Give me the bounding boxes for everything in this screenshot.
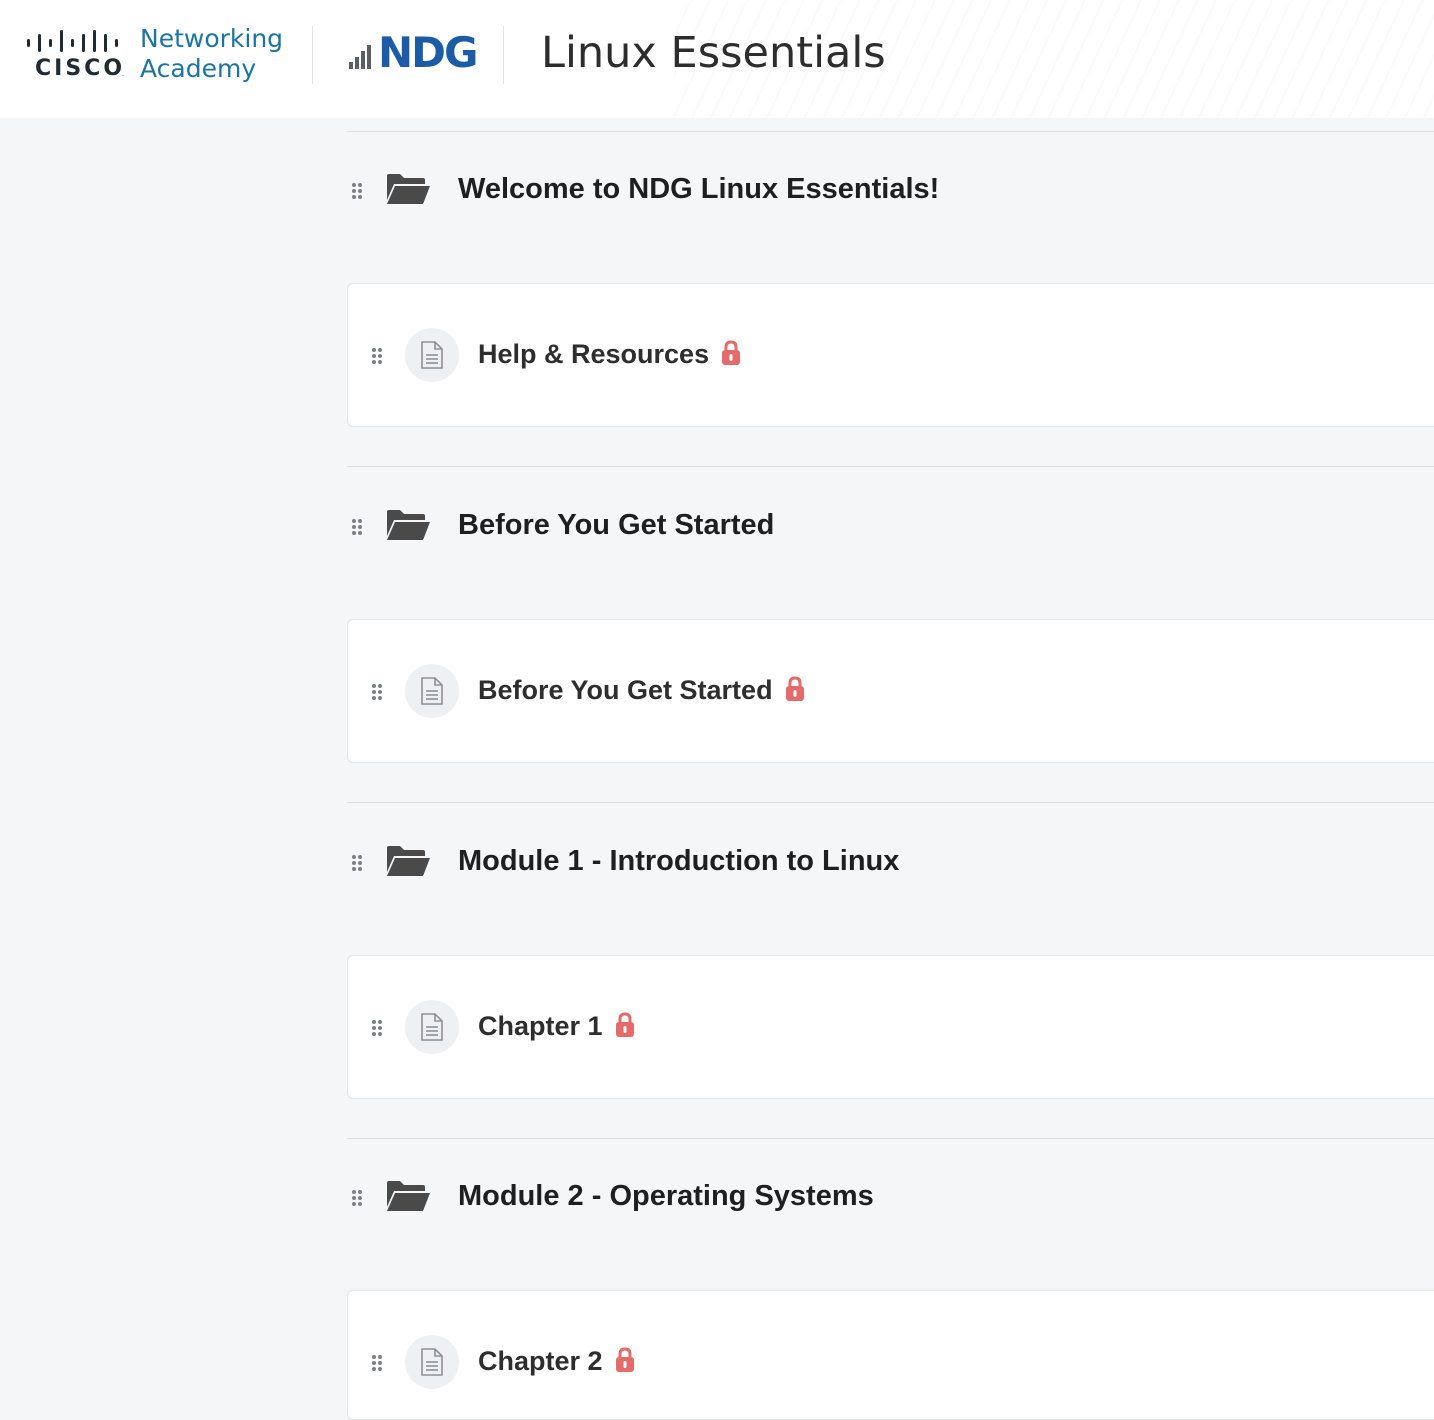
item-title-row: Help & Resources: [478, 339, 741, 370]
folder-open-icon: [387, 510, 430, 540]
section-title: Module 2 - Operating Systems: [458, 1180, 874, 1212]
drag-handle-icon[interactable]: [371, 1354, 383, 1372]
section-divider: [347, 802, 1434, 803]
folder-open-icon: [387, 174, 430, 204]
section-divider: [347, 1138, 1434, 1139]
item-title[interactable]: Help & Resources: [478, 339, 709, 369]
drag-handle-icon[interactable]: [351, 854, 363, 872]
document-icon: [405, 1000, 459, 1054]
folder-open-icon: [387, 846, 430, 876]
content-item-card[interactable]: Before You Get Started: [347, 619, 1434, 763]
top-header: CISCO . Networking Academy NDG Linux Ess…: [0, 0, 1434, 118]
header-divider: [312, 26, 313, 84]
section-header[interactable]: Welcome to NDG Linux Essentials!: [347, 160, 1434, 220]
drag-handle-icon[interactable]: [371, 347, 383, 365]
drag-handle-icon[interactable]: [371, 683, 383, 701]
lock-icon: [722, 340, 741, 365]
drag-handle-icon[interactable]: [371, 1019, 383, 1037]
lock-icon: [615, 1012, 634, 1037]
networking-text: Networking: [140, 24, 284, 53]
section-title: Before You Get Started: [458, 509, 775, 541]
section-divider: [347, 131, 1434, 132]
section-header[interactable]: Module 2 - Operating Systems: [347, 1167, 1434, 1227]
drag-handle-icon[interactable]: [351, 518, 363, 536]
cisco-wordmark: CISCO: [35, 56, 126, 81]
content-item-card[interactable]: Chapter 1: [347, 955, 1434, 1099]
ndg-bars-icon: [349, 45, 371, 69]
section-header[interactable]: Before You Get Started: [347, 496, 1434, 556]
content-item-card[interactable]: Help & Resources: [347, 283, 1434, 427]
header-divider: [503, 26, 504, 84]
item-title[interactable]: Before You Get Started: [478, 675, 773, 705]
page-title: Linux Essentials: [541, 28, 886, 78]
cisco-networking-academy-logo[interactable]: CISCO . Networking Academy: [26, 24, 286, 88]
item-title[interactable]: Chapter 2: [478, 1346, 603, 1376]
document-icon: [405, 664, 459, 718]
academy-text: Academy: [140, 54, 257, 83]
cisco-tm-mark: .: [122, 71, 124, 78]
item-title-row: Chapter 2: [478, 1346, 635, 1377]
section-title: Welcome to NDG Linux Essentials!: [458, 173, 940, 205]
document-icon: [405, 328, 459, 382]
document-icon: [405, 1335, 459, 1389]
ndg-wordmark: NDG: [378, 28, 478, 77]
lock-icon: [785, 676, 804, 701]
folder-open-icon: [387, 1181, 430, 1211]
drag-handle-icon[interactable]: [351, 1189, 363, 1207]
section-title: Module 1 - Introduction to Linux: [458, 845, 900, 877]
section-divider: [347, 466, 1434, 467]
content-item-card[interactable]: Chapter 2: [347, 1290, 1434, 1420]
section-header[interactable]: Module 1 - Introduction to Linux: [347, 832, 1434, 892]
lock-icon: [615, 1347, 634, 1372]
cisco-bars-icon: [27, 30, 118, 52]
item-title-row: Before You Get Started: [478, 675, 805, 706]
item-title-row: Chapter 1: [478, 1011, 635, 1042]
item-title[interactable]: Chapter 1: [478, 1011, 603, 1041]
drag-handle-icon[interactable]: [351, 182, 363, 200]
